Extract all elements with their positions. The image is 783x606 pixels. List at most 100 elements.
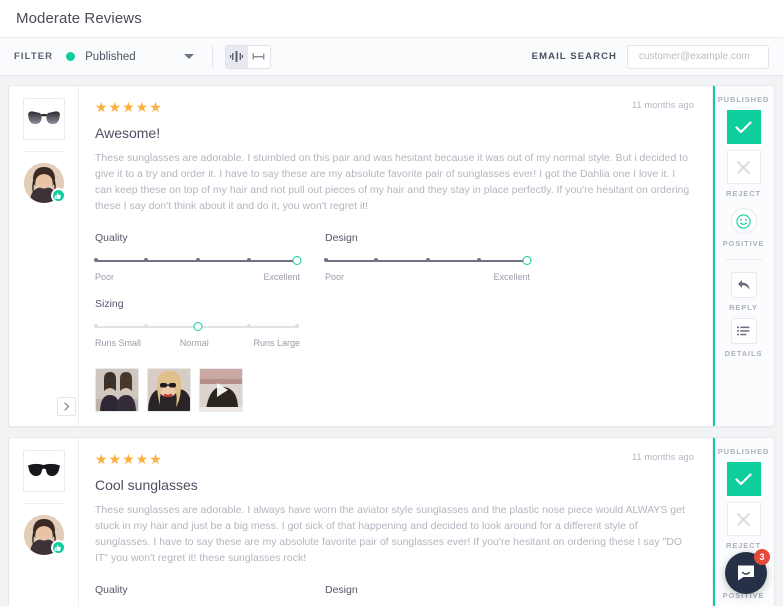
slider-handle[interactable] bbox=[193, 322, 202, 331]
reject-label: REJECT bbox=[726, 189, 761, 198]
review-body: ★★★★★ 11 months ago Awesome! These sungl… bbox=[79, 86, 712, 426]
attribute-quality: Quality Poor Excellent bbox=[95, 584, 325, 606]
media-thumbnail[interactable] bbox=[95, 368, 139, 412]
view-compact-button[interactable] bbox=[225, 45, 248, 68]
email-search-label: EMAIL SEARCH bbox=[531, 51, 617, 62]
media-thumbnail[interactable] bbox=[147, 368, 191, 412]
review-timestamp: 11 months ago bbox=[631, 100, 694, 111]
search-input[interactable] bbox=[639, 51, 771, 62]
list-details-icon bbox=[737, 326, 750, 335]
chevron-down-icon[interactable] bbox=[183, 54, 194, 59]
review-media-column bbox=[9, 86, 79, 426]
reject-button[interactable] bbox=[726, 502, 761, 536]
divider bbox=[22, 151, 65, 152]
review-body: ★★★★★ 11 months ago Cool sunglasses Thes… bbox=[79, 438, 712, 606]
view-wide-icon bbox=[252, 53, 265, 60]
reject-button[interactable] bbox=[726, 150, 761, 184]
thumbs-up-icon bbox=[50, 188, 66, 203]
smiley-icon bbox=[736, 213, 751, 229]
attribute-label: Design bbox=[325, 584, 358, 596]
sentiment-button[interactable] bbox=[730, 208, 757, 234]
reply-button[interactable] bbox=[730, 272, 757, 298]
view-mode-toggle[interactable] bbox=[224, 44, 271, 69]
published-label: PUBLISHED bbox=[717, 95, 770, 104]
thumbs-up-icon bbox=[50, 540, 66, 555]
chevron-right-icon bbox=[63, 402, 69, 411]
attribute-scale-labels: Poor Excellent bbox=[95, 272, 300, 282]
cateye-sunglasses-icon bbox=[27, 111, 60, 124]
close-icon bbox=[737, 160, 750, 174]
avatar[interactable] bbox=[23, 515, 66, 555]
review-text: These sunglasses are adorable. I always … bbox=[95, 504, 685, 564]
attribute-label: Quality bbox=[95, 584, 128, 596]
check-icon bbox=[735, 472, 752, 485]
review-title: Cool sunglasses bbox=[95, 477, 198, 493]
view-compact-icon bbox=[230, 51, 244, 62]
review-media-thumbnails bbox=[95, 368, 694, 412]
page-title: Moderate Reviews bbox=[16, 10, 142, 27]
filter-label: FILTER bbox=[14, 51, 54, 62]
chat-bubble-icon bbox=[738, 565, 754, 580]
avatar[interactable] bbox=[23, 163, 66, 203]
reply-icon bbox=[737, 280, 750, 290]
media-image bbox=[148, 369, 190, 411]
review-title: Awesome! bbox=[95, 125, 161, 141]
scale-min-label: Poor bbox=[325, 272, 345, 282]
positive-label: POSITIVE bbox=[722, 239, 765, 248]
expand-card-button[interactable] bbox=[57, 397, 76, 416]
divider bbox=[22, 503, 65, 504]
review-attributes: Quality Poor Excellent bbox=[94, 232, 694, 364]
attribute-label: Quality bbox=[95, 232, 128, 244]
attribute-slider[interactable] bbox=[94, 322, 300, 332]
scale-max-label: Excellent bbox=[263, 272, 300, 282]
view-wide-button[interactable] bbox=[247, 45, 270, 68]
star-rating: ★★★★★ bbox=[95, 99, 163, 115]
review-media-column bbox=[9, 438, 79, 606]
slider-handle[interactable] bbox=[292, 256, 302, 265]
attribute-slider[interactable] bbox=[94, 256, 302, 266]
chat-launcher-button[interactable]: 3 bbox=[725, 549, 770, 594]
attribute-design: Design Poor Excellent bbox=[325, 584, 555, 606]
filter-value[interactable]: Published bbox=[85, 51, 136, 63]
attribute-label: Sizing bbox=[95, 298, 124, 310]
divider bbox=[724, 259, 763, 260]
attribute-scale-labels: Runs Small Normal Runs Large bbox=[95, 338, 300, 348]
scale-mid-label: Normal bbox=[179, 338, 209, 348]
scale-min-label: Runs Small bbox=[95, 338, 142, 348]
reply-label: REPLY bbox=[729, 303, 758, 312]
divider bbox=[211, 45, 213, 68]
attribute-quality: Quality Poor Excellent bbox=[94, 232, 325, 282]
product-thumbnail[interactable] bbox=[22, 98, 65, 140]
attribute-slider[interactable] bbox=[324, 256, 532, 266]
details-button[interactable] bbox=[730, 318, 757, 344]
product-thumbnail[interactable] bbox=[22, 450, 65, 492]
published-label: PUBLISHED bbox=[717, 447, 770, 456]
approve-button[interactable] bbox=[726, 110, 761, 144]
details-label: DETAILS bbox=[724, 349, 763, 358]
scale-min-label: Poor bbox=[95, 272, 115, 282]
play-icon[interactable] bbox=[200, 369, 242, 411]
chat-unread-badge: 3 bbox=[754, 549, 770, 565]
close-icon bbox=[737, 512, 750, 526]
attribute-sizing: Sizing Runs Small Normal Runs Large bbox=[94, 298, 325, 348]
review-card: ★★★★★ 11 months ago Cool sunglasses Thes… bbox=[8, 437, 775, 606]
attribute-label: Design bbox=[325, 232, 358, 244]
review-attributes: Quality Poor Excellent bbox=[95, 584, 694, 606]
status-dot-icon bbox=[66, 52, 76, 61]
attribute-design: Design Poor Excellent bbox=[324, 232, 555, 282]
title-bar: Moderate Reviews bbox=[0, 0, 783, 38]
slider-handle[interactable] bbox=[522, 256, 532, 265]
email-search-box[interactable] bbox=[627, 44, 771, 69]
review-text: These sunglasses are adorable. I stumble… bbox=[95, 152, 690, 212]
check-icon bbox=[735, 120, 752, 133]
review-list: ★★★★★ 11 months ago Awesome! These sungl… bbox=[0, 76, 783, 606]
approve-button[interactable] bbox=[726, 462, 761, 496]
scale-max-label: Runs Large bbox=[253, 338, 300, 348]
reject-label: REJECT bbox=[726, 541, 761, 550]
star-rating: ★★★★★ bbox=[95, 451, 163, 467]
attribute-scale-labels: Poor Excellent bbox=[325, 272, 530, 282]
review-action-rail: PUBLISHED REJECT bbox=[712, 86, 774, 426]
review-timestamp: 11 months ago bbox=[631, 452, 694, 463]
review-card: ★★★★★ 11 months ago Awesome! These sungl… bbox=[8, 85, 775, 427]
media-thumbnail-video[interactable] bbox=[199, 368, 243, 412]
